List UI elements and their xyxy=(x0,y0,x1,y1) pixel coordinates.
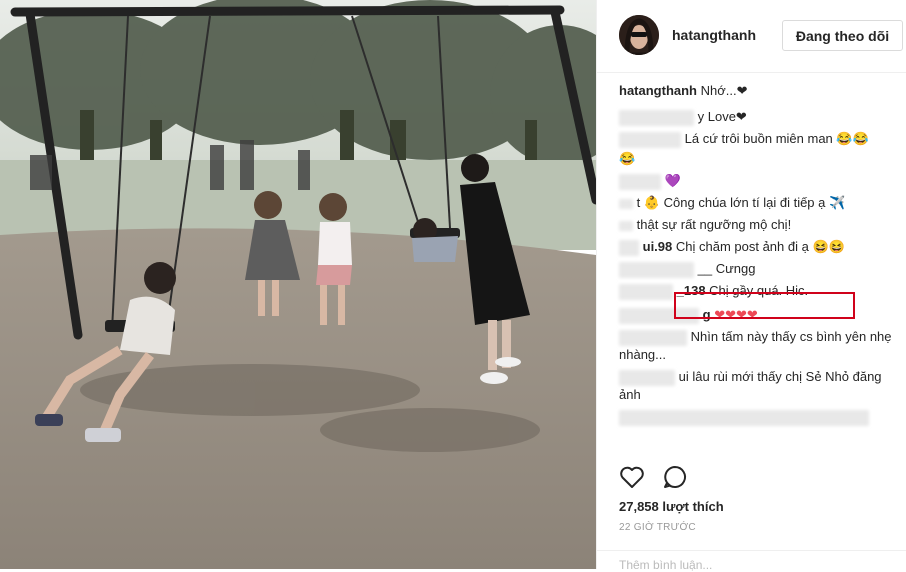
add-comment-input[interactable]: Thêm bình luận... xyxy=(619,558,712,572)
caption-username[interactable]: hatangthanh xyxy=(619,83,697,98)
blurred-username xyxy=(619,131,681,148)
comment-text: 💜 xyxy=(664,173,681,188)
comment-text: Lá cứ trôi buồn miên man 😂😂 xyxy=(684,131,869,146)
blurred-username xyxy=(619,369,675,386)
post-header: hatangthanh Đang theo dõi xyxy=(597,0,906,73)
comment-text: Chị chăm post ảnh đi ạ 😆😆 xyxy=(675,239,845,254)
blurred-comment xyxy=(619,409,869,426)
list-item: thật sự rất ngưỡng mộ chị! xyxy=(619,216,901,238)
list-item xyxy=(619,408,901,430)
caption-text: Nhớ...❤ xyxy=(700,83,748,98)
blurred-username xyxy=(619,198,633,209)
blurred-username xyxy=(619,220,633,231)
list-item: __ Cưngg xyxy=(619,260,901,282)
divider xyxy=(597,550,906,551)
profile-photo-icon xyxy=(619,15,659,55)
blurred-username xyxy=(619,109,694,126)
following-button[interactable]: Đang theo dõi xyxy=(782,20,903,51)
post-photo xyxy=(0,0,596,569)
heart-icon[interactable] xyxy=(619,465,645,489)
comment-text: y Love❤ xyxy=(697,109,747,124)
comment-username[interactable]: ui.98 xyxy=(643,239,673,254)
list-item: Lá cứ trôi buồn miên man 😂😂 xyxy=(619,130,901,150)
post-actions xyxy=(619,465,689,494)
post-timestamp[interactable]: 22 GIỜ TRƯỚC xyxy=(619,522,696,533)
blurred-username xyxy=(619,239,639,256)
blurred-username xyxy=(619,261,694,278)
comment-list: hatangthanh Nhớ...❤ y Love❤ Lá cứ trôi b… xyxy=(619,82,901,430)
playground-swing-scene xyxy=(0,0,596,569)
highlight-annotation xyxy=(674,292,855,319)
comment-text: t 👶 Công chúa lớn tí lại đi tiếp ạ ✈️ xyxy=(636,195,846,210)
comment-text: 😂 xyxy=(619,151,636,166)
avatar[interactable] xyxy=(619,15,659,55)
post-sidebar: hatangthanh Đang theo dõi hatangthanh Nh… xyxy=(596,0,906,572)
username-link[interactable]: hatangthanh xyxy=(672,27,756,43)
caption: hatangthanh Nhớ...❤ xyxy=(619,82,901,108)
comment-text: thật sự rất ngưỡng mộ chị! xyxy=(636,217,792,232)
list-item: Nhìn tấm này thấy cs bình yên nhẹ nhàng.… xyxy=(619,328,901,368)
list-item: 😂 xyxy=(619,150,901,172)
list-item: ui lâu rùi mới thấy chị Sẻ Nhỏ đăng ảnh xyxy=(619,368,901,408)
likes-count[interactable]: 27,858 lượt thích xyxy=(619,499,724,514)
comment-icon[interactable] xyxy=(663,465,689,489)
list-item: y Love❤ xyxy=(619,108,901,130)
blurred-username xyxy=(619,329,687,346)
blurred-username xyxy=(619,283,673,300)
list-item: 💜 xyxy=(619,172,901,194)
list-item: t 👶 Công chúa lớn tí lại đi tiếp ạ ✈️ xyxy=(619,194,901,216)
comment-text: __ Cưngg xyxy=(697,261,756,276)
blurred-username xyxy=(619,173,661,190)
list-item: ui.98 Chị chăm post ảnh đi ạ 😆😆 xyxy=(619,238,901,260)
